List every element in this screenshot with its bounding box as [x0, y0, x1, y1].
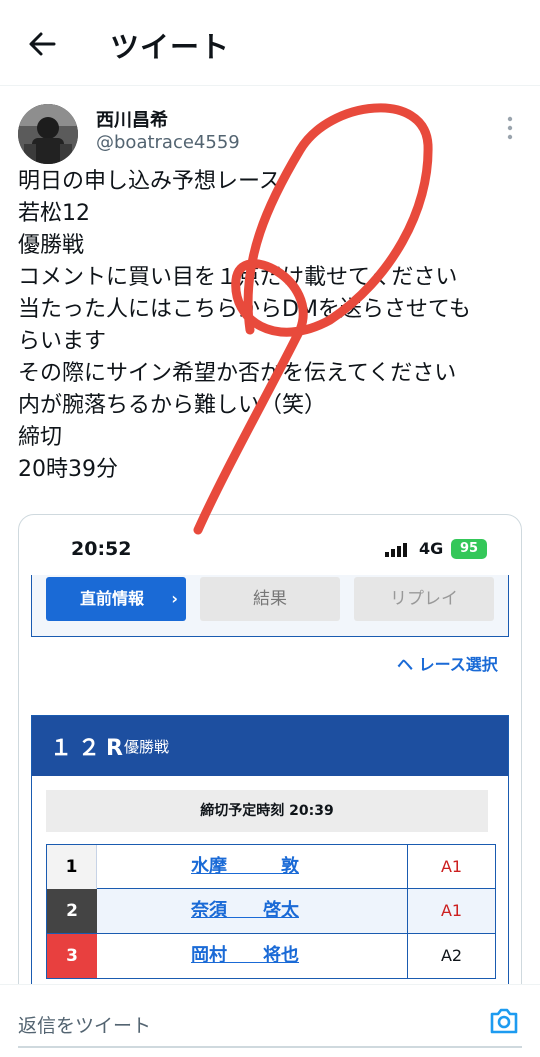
- tweet-line: 優勝戦: [18, 233, 85, 258]
- result-button[interactable]: 結果: [200, 577, 340, 621]
- racer-name-link[interactable]: 岡村 将也: [191, 934, 299, 978]
- lane-number: 1: [47, 845, 97, 889]
- tweet-line: 若松12: [18, 201, 90, 226]
- race-header: １２R 優勝戦: [32, 716, 508, 776]
- more-vertical-icon[interactable]: [500, 114, 520, 142]
- chokuzen-button[interactable]: 直前情報 ›: [46, 577, 186, 621]
- tweet-text: 明日の申し込み予想レース 若松12 優勝戦 コメントに買い目を１点だけ載せてくだ…: [18, 166, 528, 486]
- entry-table: 1 水摩 敦 A1 2 奈須 啓太 A1 3 岡村 将也 A2: [46, 844, 496, 979]
- network-label: 4G: [419, 539, 444, 558]
- reply-underline: [18, 1046, 522, 1048]
- table-row: 2 奈須 啓太 A1: [46, 889, 496, 934]
- chokuzen-label: 直前情報: [80, 589, 145, 608]
- race-number: １２R: [50, 736, 129, 761]
- race-tab-box: 直前情報 › 結果 リプレイ: [31, 575, 509, 637]
- page-title: ツイート: [110, 30, 231, 64]
- tweet-line: らいます: [18, 329, 107, 354]
- race-name: 優勝戦: [124, 738, 170, 756]
- back-arrow-icon[interactable]: [24, 26, 60, 62]
- tweet-line: 内が腕落ちるから難しい（笑）: [18, 393, 327, 418]
- camera-icon[interactable]: [488, 1006, 520, 1036]
- tweet-media-image[interactable]: 20:52 4G 95 直前情報 › 結果 リプレイ ヘ レース選択 １２R 優…: [18, 514, 522, 1014]
- top-bar: ツイート: [0, 0, 540, 86]
- user-name[interactable]: 西川昌希: [96, 106, 168, 132]
- tweet-line: 明日の申し込み予想レース: [18, 169, 281, 194]
- tweet-line: その際にサイン希望か否かを伝えてください: [18, 361, 457, 386]
- lane-number: 2: [47, 889, 97, 933]
- table-row: 1 水摩 敦 A1: [46, 844, 496, 889]
- racer-class: A1: [407, 889, 495, 933]
- tweet-line: 当たった人にはこちらからDMを送らさせても: [18, 297, 471, 322]
- tweet-line: 20時39分: [18, 457, 118, 482]
- race-select-link[interactable]: ヘ レース選択: [397, 651, 498, 675]
- racer-class: A2: [407, 934, 495, 978]
- deadline-label: 締切予定時刻 20:39: [46, 790, 488, 832]
- lane-number: 3: [47, 934, 97, 978]
- status-time: 20:52: [71, 538, 132, 560]
- battery-icon: 95: [451, 539, 487, 559]
- racer-class: A1: [407, 845, 495, 889]
- chevron-right-icon: ›: [171, 589, 178, 608]
- tweet-line: コメントに買い目を１点だけ載せてください: [18, 265, 458, 290]
- race-panel: １２R 優勝戦 締切予定時刻 20:39 1 水摩 敦 A1 2 奈須 啓太 A…: [31, 715, 509, 1013]
- racer-name-link[interactable]: 奈須 啓太: [191, 889, 299, 933]
- racer-name-link[interactable]: 水摩 敦: [191, 845, 299, 889]
- table-row: 3 岡村 将也 A2: [46, 934, 496, 979]
- replay-button[interactable]: リプレイ: [354, 577, 494, 621]
- reply-input[interactable]: 返信をツイート: [18, 1011, 151, 1038]
- user-handle[interactable]: @boatrace4559: [96, 132, 240, 153]
- avatar[interactable]: [18, 104, 78, 164]
- tweet-line: 締切: [18, 425, 63, 450]
- signal-icon: [385, 543, 407, 557]
